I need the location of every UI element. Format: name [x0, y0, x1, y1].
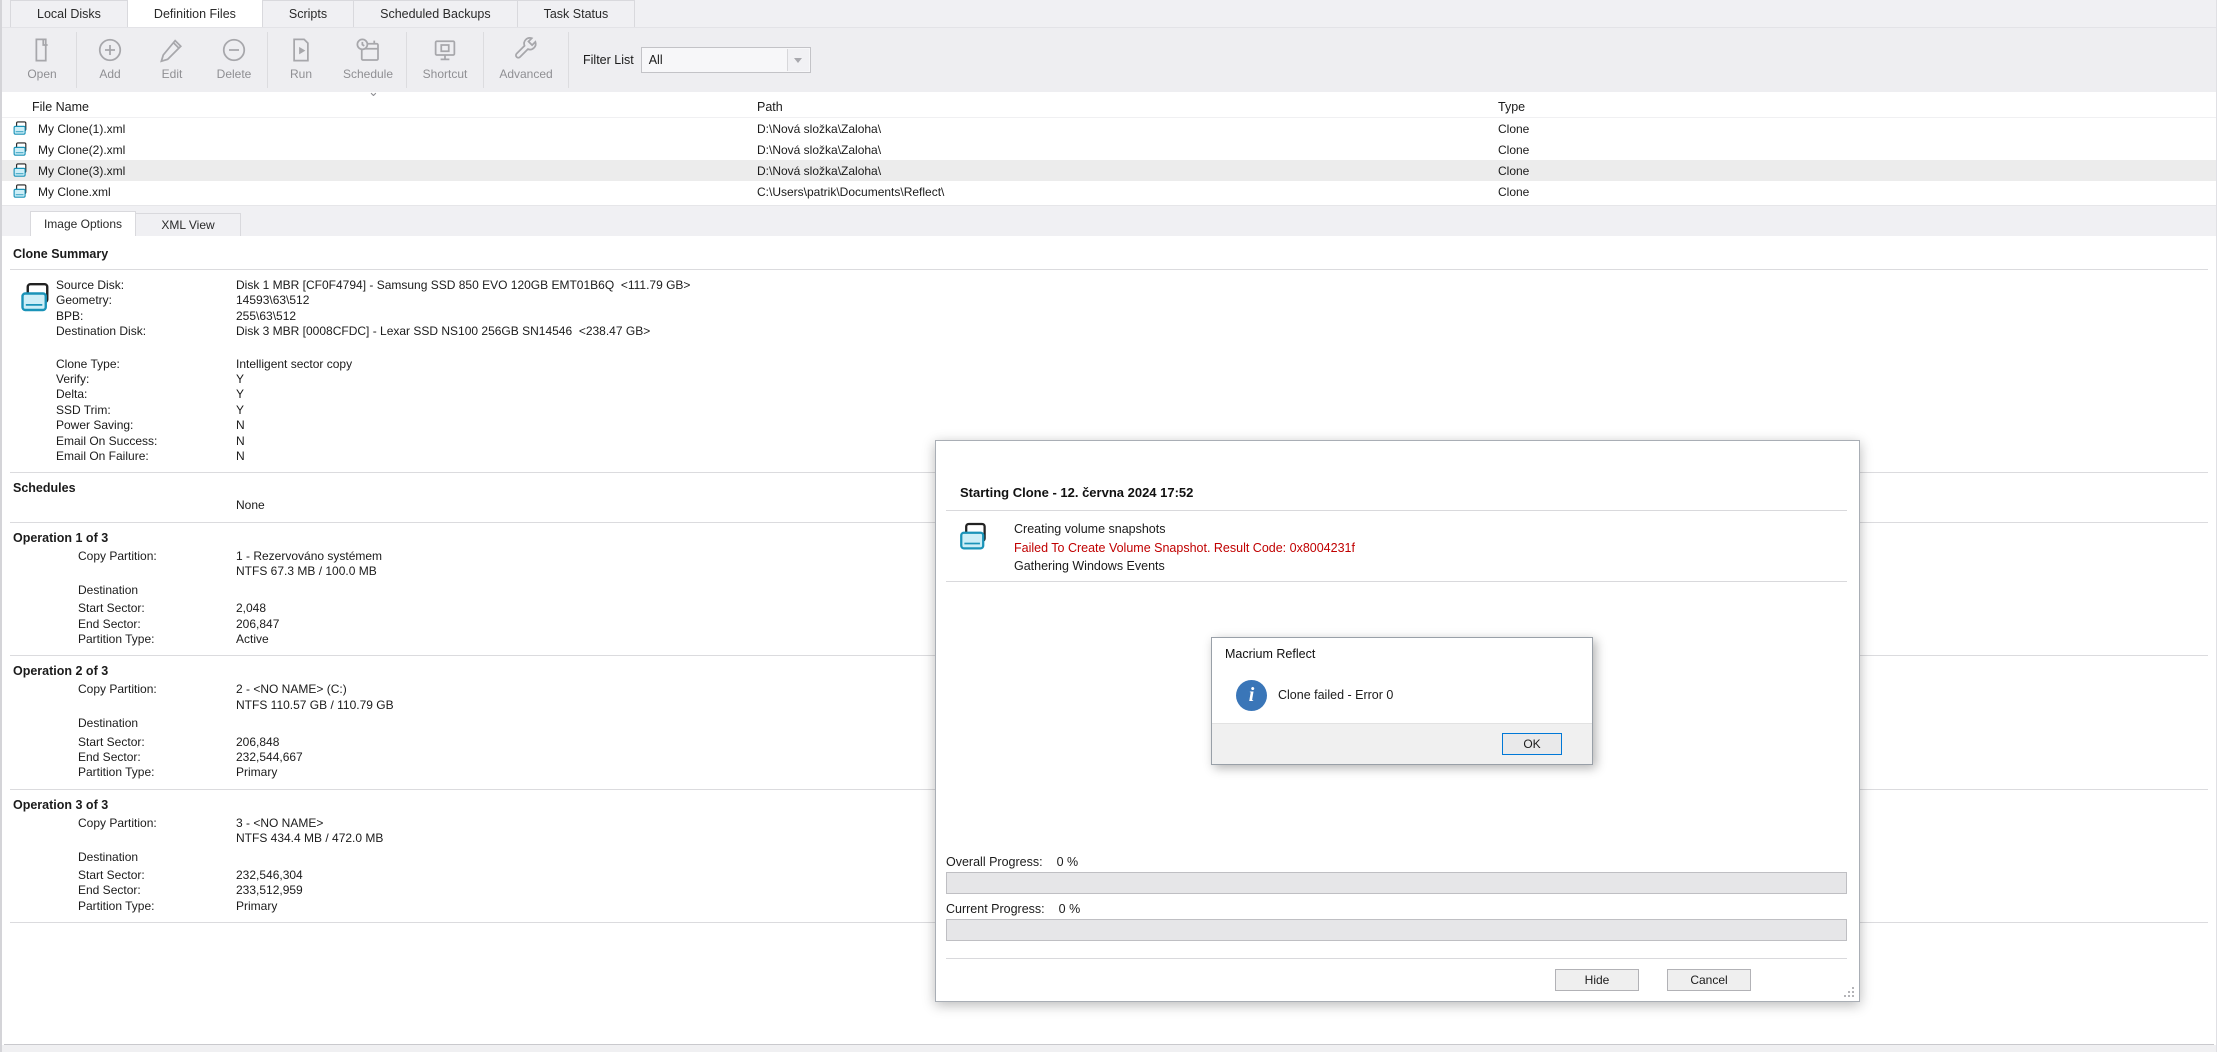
log-line: Creating volume snapshots	[1014, 520, 1355, 539]
filter-list-value: All	[649, 53, 663, 67]
delete-minus-icon	[219, 35, 249, 65]
ok-button[interactable]: OK	[1502, 733, 1562, 755]
resize-grip[interactable]	[1844, 987, 1855, 998]
progress-log: Creating volume snapshots Failed To Crea…	[957, 520, 1355, 576]
error-message-text: Clone failed - Error 0	[1278, 688, 1393, 702]
divider	[946, 510, 1847, 511]
schedule-button[interactable]: Schedule	[332, 31, 404, 89]
advanced-button[interactable]: Advanced	[486, 31, 566, 89]
clone-disk-icon	[957, 520, 991, 554]
add-plus-icon	[95, 35, 125, 65]
toolbar-divider	[76, 32, 77, 88]
overall-progress-value: 0 %	[1057, 855, 1079, 869]
toolbar-divider	[267, 32, 268, 88]
table-row-selected[interactable]: My Clone(3).xml D:\Nová složka\Zaloha\ C…	[2, 160, 2216, 181]
overall-progress-label: Overall Progress:0 %	[946, 855, 1078, 869]
schedule-dropdown-chevron-icon[interactable]: ⌄	[368, 84, 379, 100]
clone-file-icon	[12, 183, 29, 200]
error-message-box: Macrium Reflect i Clone failed - Error 0…	[1211, 637, 1593, 765]
tab-scripts[interactable]: Scripts	[262, 0, 354, 27]
advanced-wrench-icon	[511, 35, 541, 65]
message-box-title: Macrium Reflect	[1225, 647, 1315, 661]
edit-pencil-icon	[157, 35, 187, 65]
column-header-type[interactable]: Type	[1498, 100, 1525, 114]
dropdown-arrow-button[interactable]	[787, 49, 809, 71]
cancel-button[interactable]: Cancel	[1667, 969, 1751, 991]
run-play-icon	[286, 35, 316, 65]
clone-summary-title: Clone Summary	[13, 247, 2214, 261]
main-tabstrip: Local Disks Definition Files Scripts Sch…	[2, 0, 2216, 28]
open-document-icon	[27, 35, 57, 65]
table-row[interactable]: My Clone(2).xml D:\Nová složka\Zaloha\ C…	[2, 139, 2216, 160]
info-icon: i	[1236, 680, 1267, 711]
toolbar-divider	[406, 32, 407, 88]
tab-definition-files[interactable]: Definition Files	[127, 0, 263, 27]
divider	[10, 269, 2208, 270]
table-row[interactable]: My Clone(1).xml D:\Nová složka\Zaloha\ C…	[2, 118, 2216, 139]
current-progress-value: 0 %	[1059, 902, 1081, 916]
filter-list-dropdown[interactable]: All	[641, 47, 811, 73]
log-line-error: Failed To Create Volume Snapshot. Result…	[1014, 539, 1355, 558]
divider	[946, 958, 1847, 959]
toolbar: Open Add Edit Delete Run Schedule Shortc…	[2, 28, 2216, 92]
list-header: File Name Path Type	[2, 92, 2216, 118]
tab-local-disks[interactable]: Local Disks	[10, 0, 128, 27]
delete-button[interactable]: Delete	[203, 31, 265, 89]
schedule-calendar-icon	[353, 35, 383, 65]
column-header-file-name[interactable]: File Name	[32, 100, 89, 114]
macrium-reflect-window: Local Disks Definition Files Scripts Sch…	[0, 0, 2217, 1052]
add-button[interactable]: Add	[79, 31, 141, 89]
clone-file-icon	[12, 162, 29, 179]
tab-scheduled-backups[interactable]: Scheduled Backups	[353, 0, 518, 27]
message-box-footer: OK	[1212, 723, 1592, 764]
shortcut-monitor-icon	[430, 35, 460, 65]
edit-button[interactable]: Edit	[141, 31, 203, 89]
toolbar-divider	[483, 32, 484, 88]
progress-dialog-title: Starting Clone - 12. června 2024 17:52	[960, 485, 1193, 500]
overall-progress-bar	[946, 872, 1847, 894]
clone-file-icon	[12, 120, 29, 137]
divider	[946, 581, 1847, 582]
run-button[interactable]: Run	[270, 31, 332, 89]
toolbar-divider	[568, 32, 569, 88]
filter-list-label: Filter List	[583, 53, 634, 67]
tab-xml-view[interactable]: XML View	[135, 213, 241, 236]
hide-button[interactable]: Hide	[1555, 969, 1639, 991]
tab-image-options[interactable]: Image Options	[30, 211, 136, 236]
clone-disk-icon	[4, 278, 56, 464]
shortcut-button[interactable]: Shortcut	[409, 31, 481, 89]
tab-task-status[interactable]: Task Status	[517, 0, 636, 27]
column-header-path[interactable]: Path	[757, 100, 783, 114]
definition-file-list: File Name Path Type My Clone(1).xml D:\N…	[2, 92, 2216, 205]
clone-file-icon	[12, 141, 29, 158]
window-bottom-edge	[2, 1045, 2216, 1052]
current-progress-bar	[946, 919, 1847, 941]
filter-list-group: Filter List All	[583, 47, 811, 73]
chevron-down-icon	[794, 58, 802, 63]
table-row[interactable]: My Clone.xml C:\Users\patrik\Documents\R…	[2, 181, 2216, 202]
pane-tabstrip: Image Options XML View	[2, 205, 2216, 236]
clone-summary-block: Source Disk:Disk 1 MBR [CF0F4794] - Sams…	[4, 278, 2214, 464]
log-line: Gathering Windows Events	[1014, 557, 1355, 576]
current-progress-label: Current Progress:0 %	[946, 902, 1080, 916]
open-button[interactable]: Open	[10, 31, 74, 89]
